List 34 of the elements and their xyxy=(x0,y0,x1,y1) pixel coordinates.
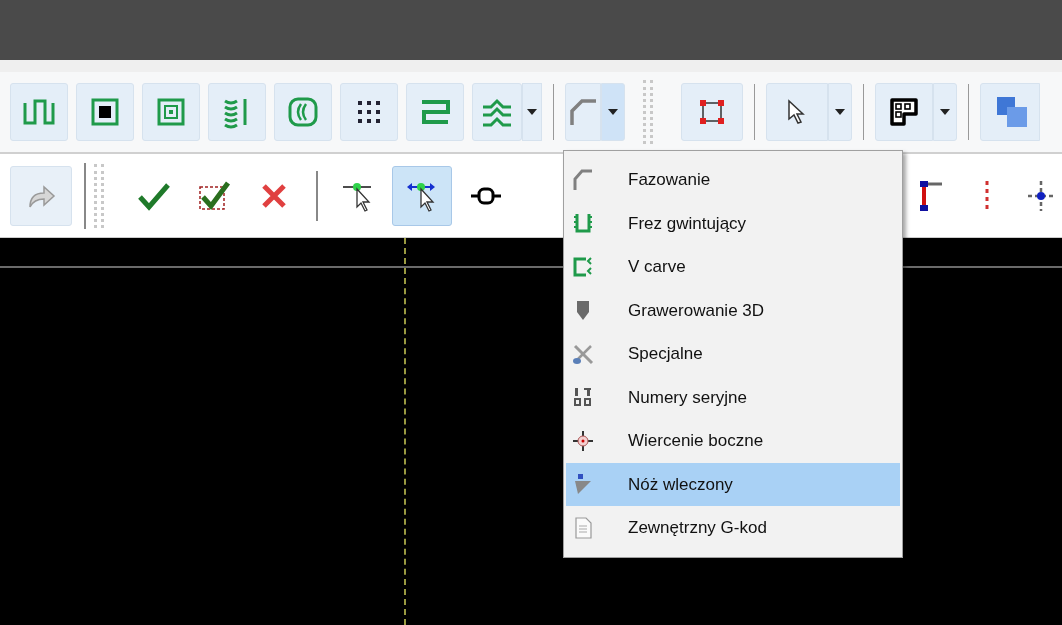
menu-item[interactable]: Frez gwintujący xyxy=(566,201,900,245)
menu-item[interactable]: Numery seryjne xyxy=(566,375,900,419)
menu-item[interactable]: Nóż wleczony xyxy=(566,462,900,506)
document-icon xyxy=(572,516,594,539)
drag-knife-icon xyxy=(572,473,594,496)
grip-handle[interactable] xyxy=(643,80,653,144)
menu-item[interactable]: V carve xyxy=(566,245,900,289)
menu-item[interactable]: Fazowanie xyxy=(566,158,900,202)
menu-item[interactable]: Wiercenie boczne xyxy=(566,419,900,463)
menu-item[interactable]: Grawerowanie 3D xyxy=(566,288,900,332)
crosshair-icon xyxy=(1026,178,1056,213)
toolbar-button[interactable] xyxy=(76,83,134,141)
dashed-check-icon xyxy=(197,180,231,211)
thread-mill-icon xyxy=(572,212,594,235)
side-drill-icon xyxy=(572,429,594,452)
v-carve-icon xyxy=(572,255,594,278)
dropdown-button[interactable] xyxy=(522,83,542,141)
square-nodes-icon xyxy=(697,97,727,127)
layout-block-icon xyxy=(888,96,920,128)
caret-icon xyxy=(940,109,950,115)
tools-icon xyxy=(572,342,594,365)
caret-icon xyxy=(835,109,845,115)
rounded-arcs-icon xyxy=(286,95,320,129)
toolbar-button[interactable] xyxy=(875,83,933,141)
toolbar-button[interactable] xyxy=(340,83,398,141)
grip-handle[interactable] xyxy=(94,163,104,228)
link-node-icon xyxy=(469,185,503,206)
overlapping-squares-icon xyxy=(995,95,1029,129)
menu-item[interactable]: Zewnętrzny G-kod xyxy=(566,506,900,550)
caret-icon xyxy=(608,109,618,115)
tool-button[interactable] xyxy=(392,165,452,226)
menu-item[interactable]: Specjalne xyxy=(566,332,900,376)
chamfer-icon xyxy=(572,168,594,191)
caret-icon xyxy=(527,109,537,115)
